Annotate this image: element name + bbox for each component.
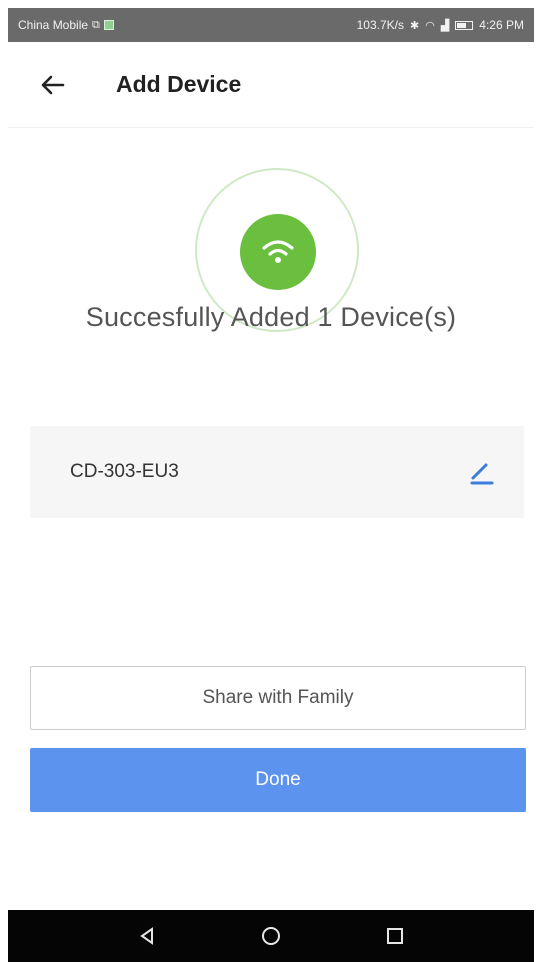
home-circle-icon <box>262 927 280 945</box>
status-right: 103.7K/s ✱ ◠ ▟ 4:26 PM <box>357 18 524 32</box>
device-row: CD-303-EU3 <box>30 426 524 518</box>
arrow-left-icon <box>41 75 65 94</box>
carrier-group: China Mobile ⧉ <box>18 18 114 32</box>
phone-screen: China Mobile ⧉ 103.7K/s ✱ ◠ ▟ 4:26 PM Ad… <box>8 8 534 962</box>
system-back-button[interactable] <box>127 916 167 956</box>
wifi-icon <box>262 240 294 263</box>
carrier-name: China Mobile <box>18 18 89 32</box>
page-title: Add Device <box>116 71 242 97</box>
device-name: CD-303-EU3 <box>70 461 179 482</box>
clock: 4:26 PM <box>479 18 524 32</box>
vibrate-icon: ✱ <box>410 19 420 32</box>
pencil-icon <box>470 463 494 485</box>
notification-icon <box>103 20 114 30</box>
system-recents-button[interactable] <box>375 916 415 956</box>
signal-icon: ▟ <box>440 19 450 32</box>
back-triangle-icon <box>140 927 153 945</box>
done-button[interactable]: Done <box>30 748 526 812</box>
system-nav-bar <box>8 910 534 962</box>
hd-icon: ⧉ <box>92 18 100 31</box>
system-home-button[interactable] <box>251 916 291 956</box>
share-with-family-button[interactable]: Share with Family <box>30 666 526 730</box>
battery-icon <box>455 20 474 30</box>
wifi-badge <box>240 214 316 290</box>
back-button[interactable] <box>30 63 74 107</box>
status-bar: China Mobile ⧉ 103.7K/s ✱ ◠ ▟ 4:26 PM <box>8 8 534 42</box>
network-speed: 103.7K/s <box>356 18 404 32</box>
edit-device-name-button[interactable] <box>464 454 500 490</box>
wifi-status-icon: ◠ <box>425 19 435 32</box>
app-bar: Add Device <box>8 42 534 128</box>
success-message: Succesfully Added 1 Device(s) <box>85 302 457 332</box>
recents-square-icon <box>387 928 403 944</box>
